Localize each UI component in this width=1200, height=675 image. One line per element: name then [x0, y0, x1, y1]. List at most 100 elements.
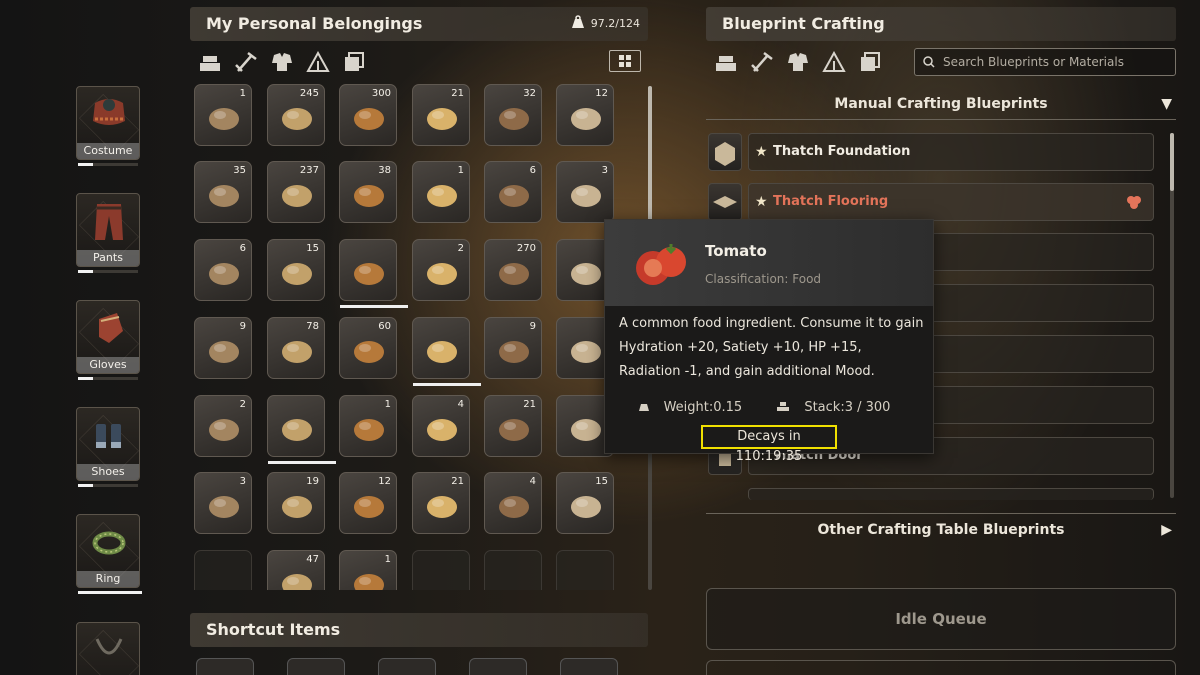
- sort-button[interactable]: [609, 50, 641, 72]
- equip-slot-pants[interactable]: Pants: [76, 193, 142, 273]
- inventory-slot[interactable]: 1: [339, 395, 397, 457]
- equip-label: Shoes: [77, 464, 139, 480]
- star-icon: ★: [755, 144, 768, 160]
- item-quantity: 3: [601, 165, 608, 176]
- idle-queue-slot[interactable]: Idle Queue: [706, 588, 1176, 650]
- materials-icon[interactable]: [198, 51, 222, 73]
- blueprint-row-label: Thatch Flooring: [773, 194, 889, 209]
- blueprint-row-thatch-foundation[interactable]: ★ Thatch Foundation: [748, 133, 1154, 171]
- inventory-slot[interactable]: 9: [194, 317, 252, 379]
- item-quantity: 6: [529, 165, 536, 176]
- inventory-slot[interactable]: 38: [339, 161, 397, 223]
- shortcut-slot[interactable]: [560, 658, 618, 675]
- blueprint-row-thatch-flooring[interactable]: ★ Thatch Flooring: [748, 183, 1154, 221]
- tools-icon[interactable]: [234, 51, 258, 73]
- inventory-slot[interactable]: 300: [339, 84, 397, 146]
- inventory-slot[interactable]: 1: [412, 161, 470, 223]
- item-icon: [499, 341, 529, 363]
- inventory-slot[interactable]: [412, 317, 481, 386]
- other-blueprints-header[interactable]: Other Crafting Table Blueprints ▶: [706, 513, 1176, 545]
- inventory-slot[interactable]: 47: [267, 550, 325, 590]
- inventory-slot-empty[interactable]: [484, 550, 542, 590]
- inventory-slot[interactable]: 4: [412, 395, 470, 457]
- inventory-slot[interactable]: 1: [194, 84, 252, 146]
- item-icon: [354, 263, 384, 285]
- inventory-slot[interactable]: 32: [484, 84, 542, 146]
- item-quantity: 3: [239, 476, 246, 487]
- blueprint-search-input[interactable]: Search Blueprints or Materials: [914, 48, 1176, 76]
- equip-slot-costume[interactable]: Costume: [76, 86, 142, 166]
- shortcut-slot[interactable]: [469, 658, 527, 675]
- shortcut-slot[interactable]: [287, 658, 345, 675]
- inventory-slot[interactable]: 19: [267, 472, 325, 534]
- misc-icon[interactable]: [342, 51, 366, 73]
- inventory-slot[interactable]: 21: [412, 84, 470, 146]
- thatch-foundation-icon: [715, 142, 735, 166]
- weight-icon: [638, 404, 649, 411]
- inventory-slot[interactable]: 270: [484, 239, 542, 301]
- inventory-slot[interactable]: 21: [412, 472, 470, 534]
- inventory-slot[interactable]: 9: [484, 317, 542, 379]
- inventory-slot-empty[interactable]: [194, 550, 252, 590]
- weight-icon: [571, 15, 584, 28]
- camp-icon[interactable]: [306, 51, 330, 73]
- inventory-slot[interactable]: 15: [267, 239, 325, 301]
- inventory-slot[interactable]: 60: [339, 317, 397, 379]
- blueprint-header: Blueprint Crafting: [706, 7, 1176, 41]
- item-icon: [499, 496, 529, 518]
- durability-bar: [413, 383, 481, 386]
- shortcut-slot[interactable]: [378, 658, 436, 675]
- inventory-slot[interactable]: 3: [194, 472, 252, 534]
- inventory-slot[interactable]: [339, 239, 408, 308]
- inventory-slot[interactable]: 1: [339, 550, 397, 590]
- tools-icon[interactable]: [750, 51, 774, 73]
- inventory-slot[interactable]: 21: [484, 395, 542, 457]
- inventory-slot[interactable]: 2: [412, 239, 470, 301]
- outfit-icon[interactable]: [786, 51, 810, 73]
- inventory-slot[interactable]: 78: [267, 317, 325, 379]
- inventory-slot[interactable]: 15: [556, 472, 614, 534]
- inventory-slot[interactable]: 12: [556, 84, 614, 146]
- item-icon: [571, 419, 601, 441]
- equip-slot-necklace[interactable]: [76, 622, 142, 675]
- blueprint-tabs: [714, 48, 882, 76]
- manual-blueprints-header[interactable]: Manual Crafting Blueprints ▼: [706, 88, 1176, 120]
- inventory-slot[interactable]: 12: [339, 472, 397, 534]
- durability-bar: [78, 377, 138, 380]
- blueprint-row[interactable]: [748, 488, 1154, 500]
- materials-icon[interactable]: [714, 51, 738, 73]
- inventory-slot[interactable]: [267, 395, 336, 464]
- inventory-slot[interactable]: 245: [267, 84, 325, 146]
- tooltip-stack: Stack:3 / 300: [804, 400, 891, 415]
- item-quantity: 2: [457, 243, 464, 254]
- inventory-slot[interactable]: 2: [194, 395, 252, 457]
- durability-bar: [78, 484, 138, 487]
- item-quantity: 9: [239, 321, 246, 332]
- shortcut-slot[interactable]: [196, 658, 254, 675]
- inventory-slot[interactable]: 237: [267, 161, 325, 223]
- inventory-slot[interactable]: 3: [556, 161, 614, 223]
- item-quantity: 4: [529, 476, 536, 487]
- misc-icon[interactable]: [858, 51, 882, 73]
- inventory-slot[interactable]: 6: [484, 161, 542, 223]
- item-icon: [354, 574, 384, 590]
- inventory-slot[interactable]: 6: [194, 239, 252, 301]
- camp-icon[interactable]: [822, 51, 846, 73]
- queue-slot[interactable]: [706, 660, 1176, 675]
- item-quantity: 15: [595, 476, 608, 487]
- blueprint-scrollbar[interactable]: [1170, 133, 1174, 498]
- equip-slot-shoes[interactable]: Shoes: [76, 407, 142, 487]
- inventory-slot[interactable]: 4: [484, 472, 542, 534]
- item-icon: [354, 496, 384, 518]
- inventory-slot-empty[interactable]: [556, 550, 614, 590]
- item-icon: [499, 419, 529, 441]
- inventory-slot-empty[interactable]: [412, 550, 470, 590]
- item-quantity: 9: [529, 321, 536, 332]
- item-icon: [499, 185, 529, 207]
- inventory-slot[interactable]: 35: [194, 161, 252, 223]
- equip-slot-ring[interactable]: Ring: [76, 514, 142, 594]
- item-quantity: 300: [371, 88, 391, 99]
- outfit-icon[interactable]: [270, 51, 294, 73]
- equip-slot-gloves[interactable]: Gloves: [76, 300, 142, 380]
- tooltip-weight: Weight:0.15: [663, 400, 743, 415]
